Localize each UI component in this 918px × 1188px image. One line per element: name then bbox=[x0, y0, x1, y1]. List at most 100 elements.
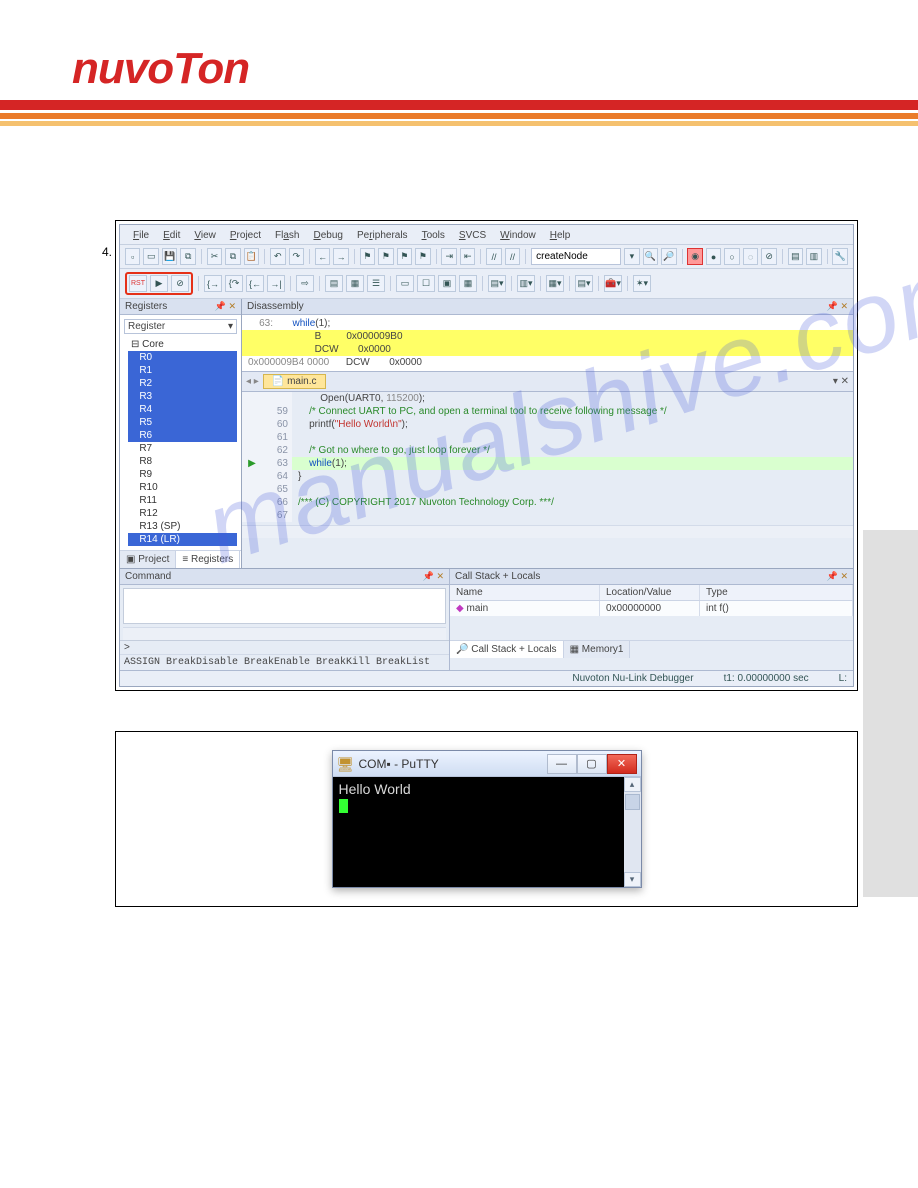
col-name[interactable]: Name bbox=[450, 585, 600, 600]
cut-icon[interactable]: ✂ bbox=[207, 248, 222, 265]
close-button[interactable]: ✕ bbox=[607, 754, 637, 774]
menu-flash[interactable]: Flash bbox=[268, 228, 306, 243]
reg-r10[interactable]: R10 bbox=[128, 481, 237, 494]
breakpoint-kill-icon[interactable]: ⊘ bbox=[761, 248, 776, 265]
redo-icon[interactable]: ↷ bbox=[289, 248, 304, 265]
menu-peripherals[interactable]: Peripherals bbox=[350, 228, 415, 243]
incremental-find-icon[interactable]: 🔎 bbox=[661, 248, 676, 265]
command-window-icon[interactable]: ▤ bbox=[325, 275, 343, 292]
minimize-button[interactable]: — bbox=[547, 754, 577, 774]
tab-registers[interactable]: ≡ Registers bbox=[176, 551, 240, 568]
menu-svcs[interactable]: SVCS bbox=[452, 228, 493, 243]
reg-r3[interactable]: R3 bbox=[128, 390, 237, 403]
reg-r11[interactable]: R11 bbox=[128, 494, 237, 507]
scroll-thumb[interactable] bbox=[625, 794, 640, 810]
paste-icon[interactable]: 📋 bbox=[244, 248, 259, 265]
tab-main-c[interactable]: 📄 main.c bbox=[263, 374, 326, 389]
pin-icon[interactable]: 📌 ✕ bbox=[827, 301, 848, 312]
breakpoint-disable-icon[interactable]: ◌ bbox=[743, 248, 758, 265]
open-file-icon[interactable]: ▭ bbox=[143, 248, 158, 265]
reg-r6[interactable]: R6 bbox=[128, 429, 237, 442]
disasm-window-icon[interactable]: ▦ bbox=[346, 275, 364, 292]
symbol-window-icon[interactable]: ☰ bbox=[367, 275, 385, 292]
reg-r4[interactable]: R4 bbox=[128, 403, 237, 416]
v-scrollbar[interactable]: ▴ ▾ bbox=[624, 777, 641, 887]
watch-window-icon[interactable]: ▣ bbox=[438, 275, 456, 292]
callstack-window-icon[interactable]: ☐ bbox=[417, 275, 435, 292]
reg-r9[interactable]: R9 bbox=[128, 468, 237, 481]
debug-start-icon[interactable]: ◉ bbox=[687, 248, 702, 265]
window2-icon[interactable]: ▥ bbox=[806, 248, 821, 265]
bookmark-icon[interactable]: ⚑ bbox=[360, 248, 375, 265]
tab-project[interactable]: ▣ Project bbox=[120, 551, 176, 568]
reg-r2[interactable]: R2 bbox=[128, 377, 237, 390]
breakpoint-insert-icon[interactable]: ● bbox=[706, 248, 721, 265]
source-tabs-left[interactable]: ◂ ▸ bbox=[246, 376, 259, 387]
reg-r5[interactable]: R5 bbox=[128, 416, 237, 429]
registers-window-icon[interactable]: ▭ bbox=[396, 275, 414, 292]
scroll-down-icon[interactable]: ▾ bbox=[624, 872, 641, 887]
config-icon[interactable]: 🔧 bbox=[832, 248, 847, 265]
breakpoint-enable-icon[interactable]: ○ bbox=[724, 248, 739, 265]
register-dropdown[interactable]: Register▾ bbox=[124, 319, 237, 334]
tab-close-icon[interactable]: ▾ ✕ bbox=[833, 376, 849, 387]
bookmark-next-icon[interactable]: ⚑ bbox=[397, 248, 412, 265]
reg-r8[interactable]: R8 bbox=[128, 455, 237, 468]
nav-back-icon[interactable]: ← bbox=[315, 248, 330, 265]
save-all-icon[interactable]: ⧉ bbox=[180, 248, 195, 265]
tab-callstack[interactable]: 🔎 Call Stack + Locals bbox=[450, 641, 564, 658]
reg-r12[interactable]: R12 bbox=[128, 507, 237, 520]
pin-icon[interactable]: 📌 ✕ bbox=[215, 301, 236, 312]
stop-icon[interactable]: ⊘ bbox=[171, 275, 189, 292]
col-location[interactable]: Location/Value bbox=[600, 585, 700, 600]
system-viewer-icon[interactable]: ▤▾ bbox=[575, 275, 593, 292]
undo-icon[interactable]: ↶ bbox=[270, 248, 285, 265]
step-out-icon[interactable]: {← bbox=[246, 275, 264, 292]
window-icon[interactable]: ▤ bbox=[788, 248, 803, 265]
uncomment-icon[interactable]: // bbox=[505, 248, 520, 265]
outdent-icon[interactable]: ⇤ bbox=[460, 248, 475, 265]
step-over-icon[interactable]: {↷ bbox=[225, 275, 243, 292]
pin-icon[interactable]: 📌 ✕ bbox=[423, 571, 444, 582]
command-input[interactable]: > bbox=[120, 640, 449, 654]
update-icon[interactable]: ✶▾ bbox=[633, 275, 651, 292]
menu-edit[interactable]: Edit bbox=[156, 228, 187, 243]
reg-r1[interactable]: R1 bbox=[128, 364, 237, 377]
menu-view[interactable]: View bbox=[187, 228, 223, 243]
comment-icon[interactable]: // bbox=[486, 248, 501, 265]
reg-r14[interactable]: R14 (LR) bbox=[128, 533, 237, 546]
bookmark-prev-icon[interactable]: ⚑ bbox=[378, 248, 393, 265]
tree-root[interactable]: ⊟ Core bbox=[128, 338, 237, 351]
indent-icon[interactable]: ⇥ bbox=[441, 248, 456, 265]
menu-project[interactable]: Project bbox=[223, 228, 268, 243]
find-dropdown-icon[interactable]: ▾ bbox=[624, 248, 639, 265]
maximize-button[interactable]: ▢ bbox=[577, 754, 607, 774]
menu-tools[interactable]: Tools bbox=[415, 228, 452, 243]
trace-window-icon[interactable]: ▦▾ bbox=[546, 275, 564, 292]
pin-icon[interactable]: 📌 ✕ bbox=[827, 571, 848, 582]
terminal-output[interactable]: Hello World bbox=[333, 777, 624, 887]
menu-help[interactable]: Help bbox=[543, 228, 578, 243]
tab-memory1[interactable]: ▦ Memory1 bbox=[564, 641, 631, 658]
step-into-icon[interactable]: {→ bbox=[204, 275, 222, 292]
reg-r7[interactable]: R7 bbox=[128, 442, 237, 455]
callstack-row[interactable]: ◆ main 0x00000000 int f() bbox=[450, 601, 853, 616]
bookmark-clear-icon[interactable]: ⚑ bbox=[415, 248, 430, 265]
menu-window[interactable]: Window bbox=[493, 228, 543, 243]
col-type[interactable]: Type bbox=[700, 585, 853, 600]
reg-r13[interactable]: R13 (SP) bbox=[128, 520, 237, 533]
menu-debug[interactable]: Debug bbox=[306, 228, 349, 243]
find-combo[interactable] bbox=[531, 248, 621, 265]
memory-window-icon[interactable]: ▦ bbox=[459, 275, 477, 292]
find-icon[interactable]: 🔍 bbox=[643, 248, 658, 265]
toolbox-icon[interactable]: 🧰▾ bbox=[604, 275, 622, 292]
analysis-window-icon[interactable]: ▥▾ bbox=[517, 275, 535, 292]
run-icon[interactable]: ▶ bbox=[150, 275, 168, 292]
new-file-icon[interactable]: ▫ bbox=[125, 248, 140, 265]
h-scrollbar[interactable] bbox=[242, 525, 853, 538]
run-to-cursor-icon[interactable]: →| bbox=[267, 275, 285, 292]
reg-r0[interactable]: R0 bbox=[128, 351, 237, 364]
h-scrollbar[interactable] bbox=[123, 627, 446, 640]
save-icon[interactable]: 💾 bbox=[162, 248, 177, 265]
copy-icon[interactable]: ⧉ bbox=[225, 248, 240, 265]
